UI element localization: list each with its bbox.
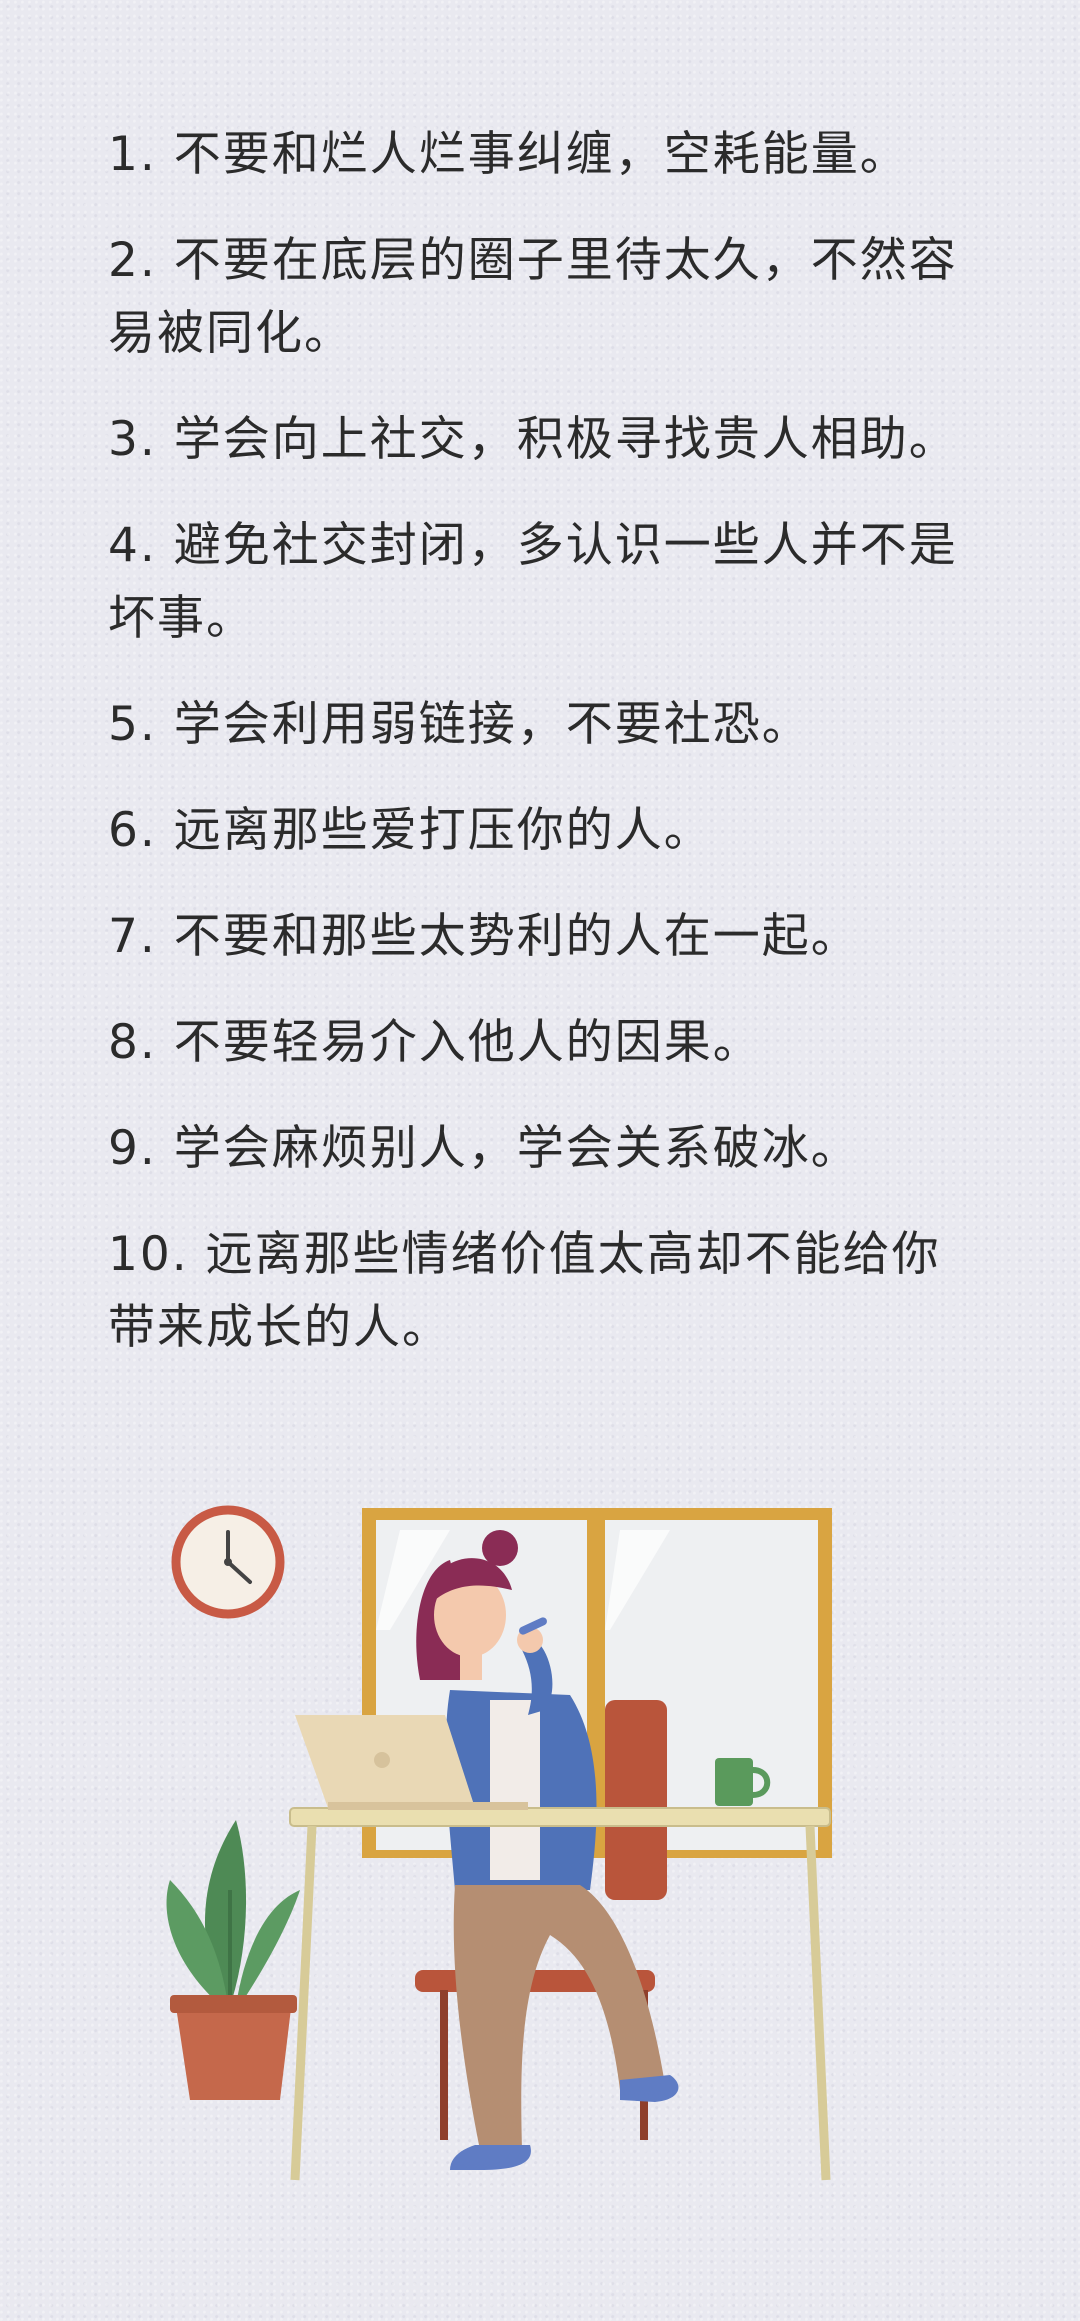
tip-item: 4. 避免社交封闭，多认识一些人并不是 坏事。 bbox=[108, 509, 988, 655]
potted-plant-icon bbox=[166, 1820, 300, 2100]
tip-line: 2. 不要在底层的圈子里待太久，不然容 bbox=[108, 233, 958, 288]
tip-line: 易被同化。 bbox=[108, 306, 353, 361]
tip-line: 带来成长的人。 bbox=[108, 1300, 451, 1355]
tip-line: 1. 不要和烂人烂事纠缠，空耗能量。 bbox=[108, 127, 909, 182]
tip-line: 5. 学会利用弱链接，不要社恐。 bbox=[108, 697, 811, 752]
tip-line: 3. 学会向上社交，积极寻找贵人相助。 bbox=[108, 412, 958, 467]
tip-line: 9. 学会麻烦别人，学会关系破冰。 bbox=[108, 1121, 860, 1176]
tip-item: 2. 不要在底层的圈子里待太久，不然容 易被同化。 bbox=[108, 224, 988, 370]
tip-line: 6. 远离那些爱打压你的人。 bbox=[108, 803, 713, 858]
tip-item: 6. 远离那些爱打压你的人。 bbox=[108, 794, 988, 867]
tip-item: 1. 不要和烂人烂事纠缠，空耗能量。 bbox=[108, 118, 988, 191]
tip-item: 10. 远离那些情绪价值太高却不能给你 带来成长的人。 bbox=[108, 1218, 988, 1364]
tip-item: 3. 学会向上社交，积极寻找贵人相助。 bbox=[108, 403, 988, 476]
tip-line: 10. 远离那些情绪价值太高却不能给你 bbox=[108, 1227, 941, 1282]
tips-list: 1. 不要和烂人烂事纠缠，空耗能量。 2. 不要在底层的圈子里待太久，不然容 易… bbox=[108, 118, 988, 1397]
tip-line: 7. 不要和那些太势利的人在一起。 bbox=[108, 909, 860, 964]
tip-item: 9. 学会麻烦别人，学会关系破冰。 bbox=[108, 1112, 988, 1185]
tip-line: 8. 不要轻易介入他人的因果。 bbox=[108, 1015, 762, 1070]
tip-item: 7. 不要和那些太势利的人在一起。 bbox=[108, 900, 988, 973]
tip-item: 8. 不要轻易介入他人的因果。 bbox=[108, 1006, 988, 1079]
wall-clock-icon bbox=[171, 1505, 285, 1619]
tip-line: 4. 避免社交封闭，多认识一些人并不是 bbox=[108, 518, 958, 573]
tip-line: 坏事。 bbox=[108, 591, 255, 646]
illustration bbox=[166, 1505, 832, 2181]
tip-item: 5. 学会利用弱链接，不要社恐。 bbox=[108, 688, 988, 761]
